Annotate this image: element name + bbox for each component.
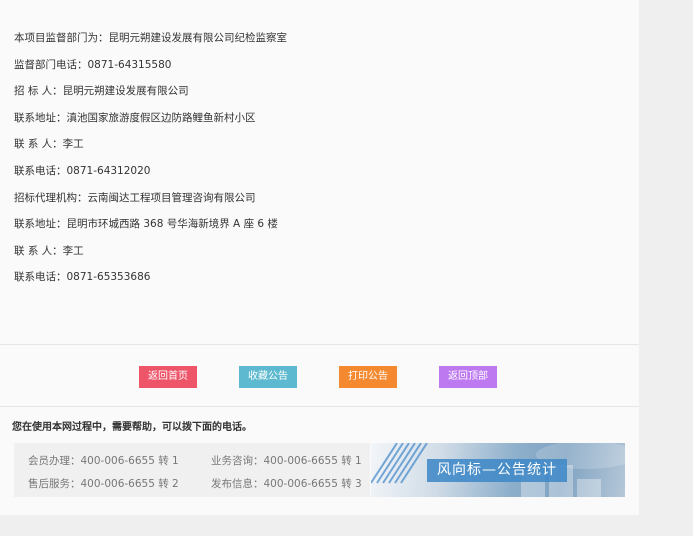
business-consult-phone: 业务咨询：400-006-6655 转 1 — [211, 455, 362, 467]
print-notice-button[interactable]: 打印公告 — [339, 366, 397, 388]
favorite-notice-button[interactable]: 收藏公告 — [239, 366, 297, 388]
after-sales-phone: 售后服务：400-006-6655 转 2 — [28, 478, 179, 490]
divider-top — [0, 344, 639, 345]
agency-phone-line: 联系电话：0871-65353686 — [14, 271, 151, 284]
agency-contact-line: 联 系 人：李工 — [14, 244, 84, 257]
tenderer-line: 招 标 人：昆明元朔建设发展有限公司 — [14, 85, 189, 98]
notice-stats-banner[interactable]: 风向标—公告统计 — [371, 443, 625, 497]
divider-bottom — [0, 406, 639, 407]
member-service-phone: 会员办理：400-006-6655 转 1 — [28, 455, 179, 467]
notice-contact-info: 本项目监督部门为：昆明元朔建设发展有限公司纪检监察室 监督部门电话：0871-6… — [14, 30, 287, 296]
banner-title: 风向标—公告统计 — [427, 459, 567, 482]
publish-info-phone: 发布信息：400-006-6655 转 3 — [211, 478, 362, 490]
back-home-button[interactable]: 返回首页 — [139, 366, 197, 388]
supervision-dept-line: 本项目监督部门为：昆明元朔建设发展有限公司纪检监察室 — [14, 32, 287, 44]
agency-line: 招标代理机构：云南闽达工程项目管理咨询有限公司 — [14, 191, 256, 204]
tenderer-address-line: 联系地址：滇池国家旅游度假区边防路鲤鱼新村小区 — [14, 111, 256, 124]
supervision-phone-line: 监督部门电话：0871-64315580 — [14, 58, 172, 71]
agency-address-line: 联系地址：昆明市环城西路 368 号华海新境界 A 座 6 楼 — [14, 218, 278, 231]
help-contacts: 会员办理：400-006-6655 转 1 业务咨询：400-006-6655 … — [14, 443, 370, 497]
notice-panel: 本项目监督部门为：昆明元朔建设发展有限公司纪检监察室 监督部门电话：0871-6… — [0, 0, 639, 515]
help-title: 您在使用本网过程中，需要帮助，可以拨下面的电话。 — [12, 422, 252, 433]
back-to-top-button[interactable]: 返回顶部 — [439, 366, 497, 388]
tenderer-contact-line: 联 系 人：李工 — [14, 138, 84, 151]
tenderer-phone-line: 联系电话：0871-64312020 — [14, 164, 151, 177]
